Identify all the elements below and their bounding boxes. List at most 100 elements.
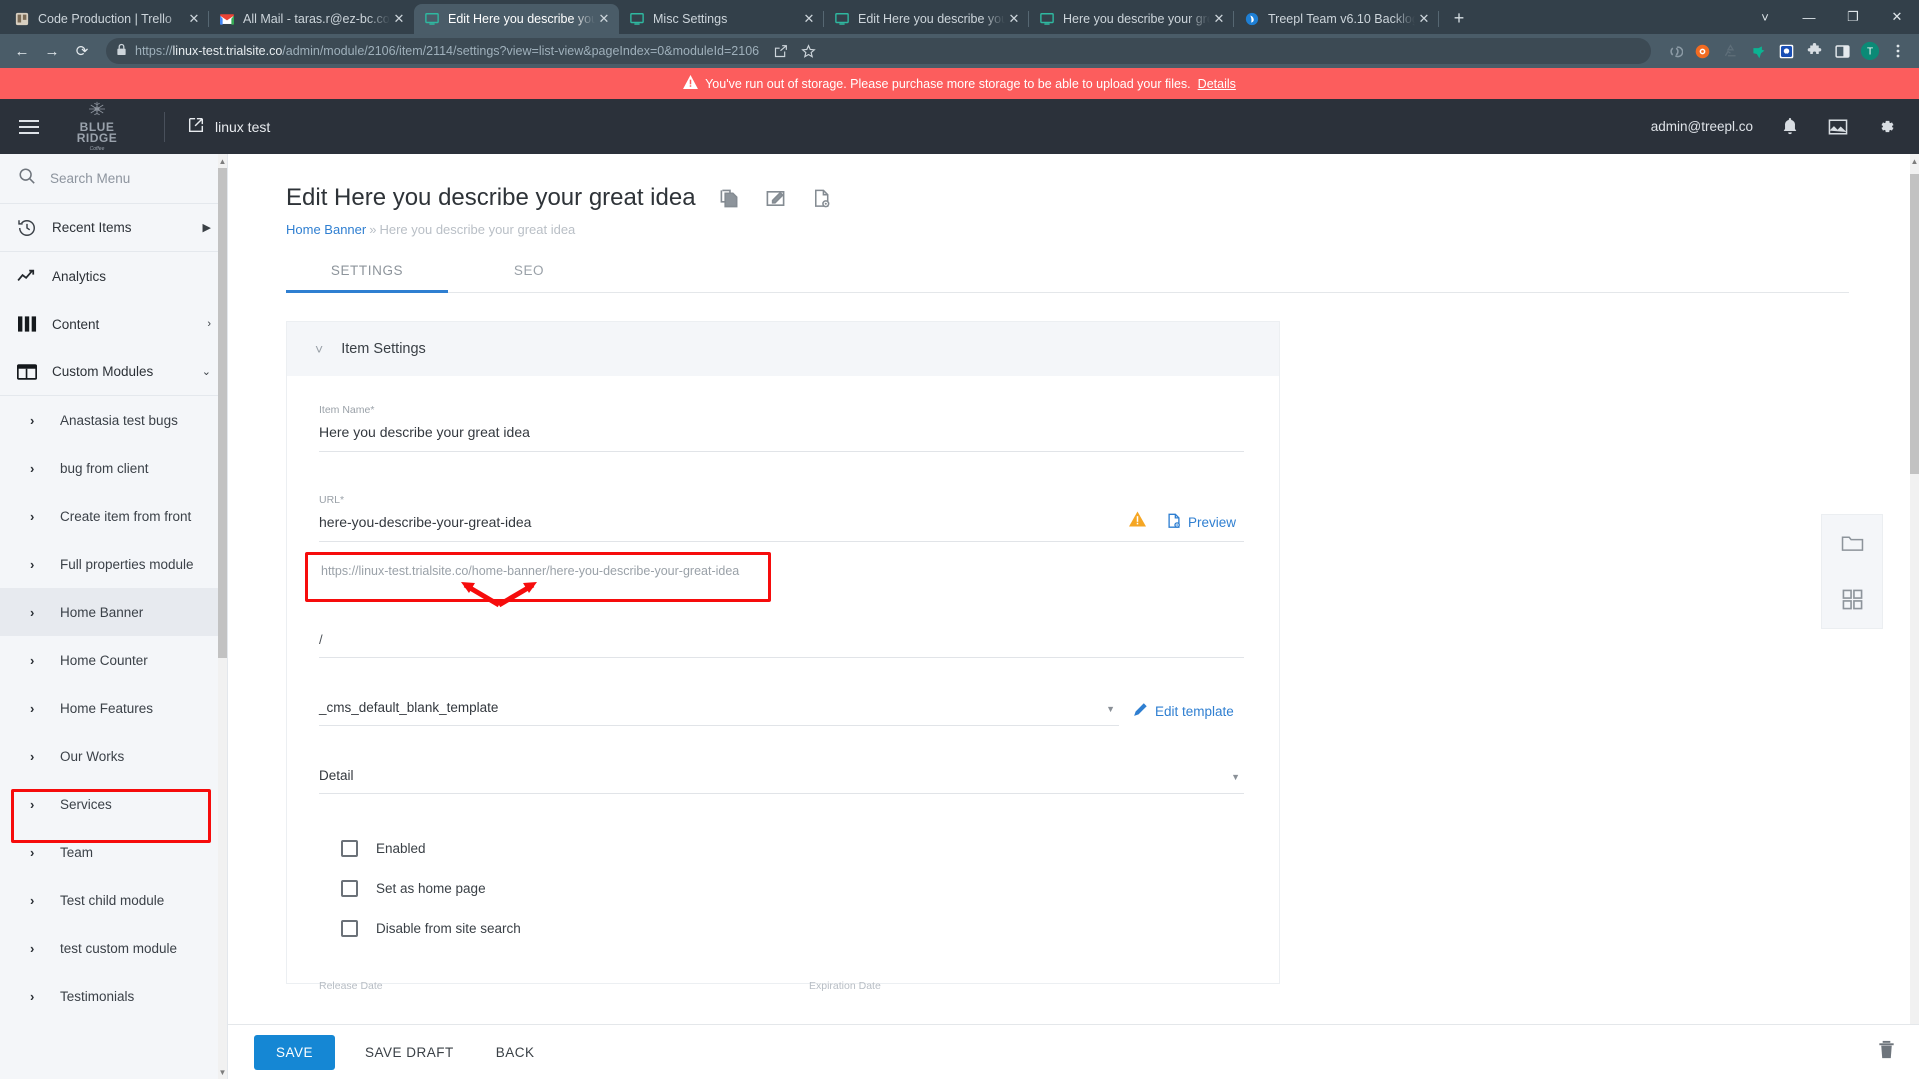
alert-details-link[interactable]: Details — [1198, 77, 1236, 91]
sidebar-item-analytics[interactable]: Analytics — [0, 252, 227, 300]
checkbox-set-as-home-page[interactable]: Set as home page — [319, 868, 1247, 908]
tab-close-icon[interactable]: ✕ — [800, 10, 818, 28]
page-properties-icon[interactable] — [810, 186, 834, 210]
sidebar-subitem-home-counter[interactable]: › Home Counter — [0, 636, 227, 684]
sidebar-subitem-bug-from-client[interactable]: › bug from client — [0, 444, 227, 492]
sidebar-item-recent-items[interactable]: Recent Items ▶ — [0, 204, 227, 252]
checkbox-box[interactable] — [341, 839, 358, 857]
logo[interactable]: BLUE RIDGE Coffee — [64, 101, 130, 152]
detail-select[interactable]: Detail ▼ — [319, 768, 1244, 794]
blue-chat-extension-icon[interactable] — [1773, 38, 1799, 64]
orange-ball-extension-icon[interactable] — [1689, 38, 1715, 64]
tab-search-chevron-icon[interactable]: ˅ — [1743, 2, 1787, 32]
link-extension-icon[interactable] — [1661, 38, 1687, 64]
url-field[interactable]: URL* here-you-describe-your-great-idea P… — [319, 494, 1247, 542]
sidebar-subitem-test-child-module[interactable]: › Test child module — [0, 876, 227, 924]
tab-close-icon[interactable]: ✕ — [1005, 10, 1023, 28]
main-content: Edit Here you describe your great idea H… — [228, 154, 1919, 1079]
reload-icon[interactable]: ⟳ — [68, 37, 96, 65]
preview-link[interactable]: Preview — [1146, 513, 1236, 541]
sidebar-subitem-services[interactable]: › Services — [0, 780, 227, 828]
trash-icon[interactable] — [1876, 1039, 1897, 1065]
grid-icon[interactable] — [1842, 589, 1863, 610]
chevron-down-icon[interactable]: ˅ — [315, 341, 323, 357]
bell-icon[interactable] — [1779, 116, 1801, 138]
page-scrollbar[interactable]: ▲ ▼ — [1910, 154, 1919, 1079]
url-input[interactable]: here-you-describe-your-great-idea — [319, 506, 1129, 541]
kebab-menu-icon[interactable] — [1885, 38, 1911, 64]
sidebar-subitem-full-properties-module[interactable]: › Full properties module — [0, 540, 227, 588]
chevron-down-icon[interactable]: ▼ — [1231, 772, 1240, 782]
tab-close-icon[interactable]: ✕ — [595, 10, 613, 28]
scrollbar-thumb[interactable] — [1910, 174, 1919, 474]
sidebar-item-custom-modules[interactable]: Custom Modules ⌄ — [0, 348, 227, 396]
sidebar-subitem-home-features[interactable]: › Home Features — [0, 684, 227, 732]
tab-close-icon[interactable]: ✕ — [1415, 10, 1433, 28]
tab-close-icon[interactable]: ✕ — [185, 10, 203, 28]
item-settings-header[interactable]: ˅ Item Settings — [286, 321, 1280, 376]
sidebar-subitem-our-works[interactable]: › Our Works — [0, 732, 227, 780]
scroll-down-icon[interactable]: ▼ — [218, 1065, 227, 1079]
scroll-up-icon[interactable]: ▲ — [218, 154, 227, 168]
sidebar-subitem-anastasia-test-bugs[interactable]: › Anastasia test bugs — [0, 396, 227, 444]
tab-close-icon[interactable]: ✕ — [390, 10, 408, 28]
folder-icon[interactable] — [1841, 533, 1864, 552]
checkbox-box[interactable] — [341, 879, 358, 897]
user-email[interactable]: admin@treepl.co — [1651, 119, 1753, 134]
item-name-field[interactable]: Item Name* Here you describe your great … — [319, 404, 1247, 452]
copy-icon[interactable] — [718, 186, 742, 210]
image-icon[interactable] — [1827, 116, 1849, 138]
back-button[interactable]: BACK — [484, 1035, 547, 1070]
edit-icon[interactable] — [764, 186, 788, 210]
tab-seo[interactable]: SEO — [448, 263, 610, 292]
sidebar-subitem-test-custom-module[interactable]: › test custom module — [0, 924, 227, 972]
save-button[interactable]: SAVE — [254, 1034, 336, 1070]
sidebar-scrollbar[interactable]: ▲ ▼ — [218, 154, 227, 1079]
site-link[interactable]: linux test — [187, 116, 270, 137]
back-icon[interactable]: ← — [8, 37, 36, 65]
scrollbar-track[interactable] — [218, 168, 227, 1063]
edit-template-link[interactable]: Edit template — [1133, 702, 1234, 726]
new-tab-button[interactable]: + — [1445, 4, 1473, 32]
sidepanel-icon[interactable] — [1829, 38, 1855, 64]
sidebar-subitem-testimonials[interactable]: › Testimonials — [0, 972, 227, 1020]
bird-extension-icon[interactable] — [1745, 38, 1771, 64]
browser-tab[interactable]: All Mail - taras.r@ez-bc.com - E ✕ — [209, 4, 414, 34]
restore-icon[interactable]: ❐ — [1831, 2, 1875, 32]
sidebar-item-content[interactable]: Content › — [0, 300, 227, 348]
tab-close-icon[interactable]: ✕ — [1210, 10, 1228, 28]
browser-tab[interactable]: Here you describe your great ide ✕ — [1029, 4, 1234, 34]
search-menu-row[interactable]: Search Menu — [0, 154, 227, 204]
item-name-input[interactable]: Here you describe your great idea — [319, 416, 1247, 451]
checkbox-disable-from-site-search[interactable]: Disable from site search — [319, 908, 1247, 948]
sidebar-subitem-home-banner[interactable]: › Home Banner — [0, 588, 227, 636]
search-input[interactable]: Search Menu — [50, 171, 130, 186]
browser-tab[interactable]: Treepl Team v6.10 Backlog - Boa ✕ — [1234, 4, 1439, 34]
forward-icon[interactable]: → — [38, 37, 66, 65]
checkbox-box[interactable] — [341, 919, 358, 937]
address-bar[interactable]: https://linux-test.trialsite.co/admin/mo… — [106, 38, 1651, 64]
save-draft-button[interactable]: SAVE DRAFT — [353, 1035, 466, 1070]
share-icon[interactable] — [767, 38, 793, 64]
browser-tab-active[interactable]: Edit Here you describe your gre ✕ — [414, 4, 619, 34]
minimize-icon[interactable]: — — [1787, 2, 1831, 32]
avatar[interactable]: T — [1857, 38, 1883, 64]
chevron-down-icon[interactable]: ▼ — [1106, 704, 1115, 714]
scrollbar-thumb[interactable] — [218, 168, 227, 658]
sidebar-subitem-create-item-from-front[interactable]: › Create item from front — [0, 492, 227, 540]
gear-icon[interactable] — [1875, 116, 1897, 138]
tab-settings[interactable]: SETTINGS — [286, 263, 448, 293]
browser-tab[interactable]: Code Production | Trello ✕ — [4, 4, 209, 34]
browser-tab[interactable]: Misc Settings ✕ — [619, 4, 824, 34]
close-window-icon[interactable]: ✕ — [1875, 2, 1919, 32]
template-select[interactable]: _cms_default_blank_template ▼ — [319, 700, 1119, 726]
sidebar-subitem-team[interactable]: › Team — [0, 828, 227, 876]
puzzle-icon[interactable] — [1801, 38, 1827, 64]
breadcrumb-parent-link[interactable]: Home Banner — [286, 222, 366, 237]
star-icon[interactable] — [795, 38, 821, 64]
hamburger-icon[interactable] — [8, 106, 50, 148]
scroll-up-icon[interactable]: ▲ — [1910, 154, 1919, 168]
checkbox-enabled[interactable]: Enabled — [319, 828, 1247, 868]
recycle-extension-icon[interactable] — [1717, 38, 1743, 64]
browser-tab[interactable]: Edit Here you describe your gre ✕ — [824, 4, 1029, 34]
